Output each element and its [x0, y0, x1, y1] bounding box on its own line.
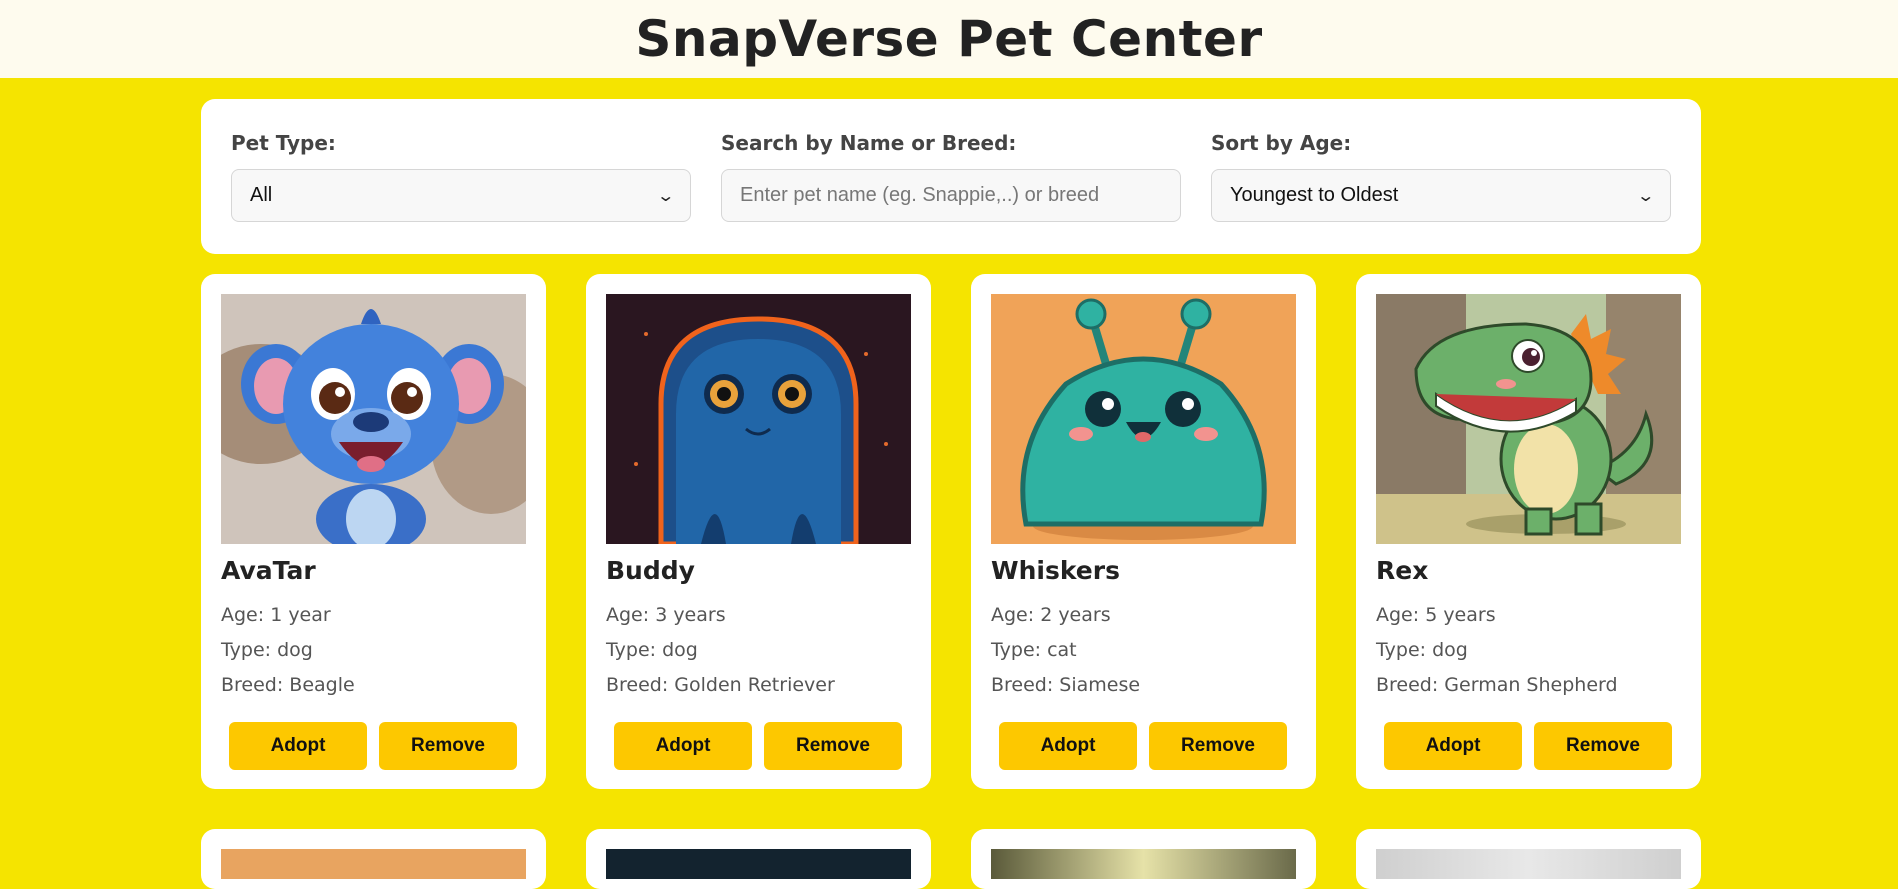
pet-name: Rex [1376, 556, 1429, 585]
pet-image [221, 294, 526, 544]
pet-card-partial [971, 829, 1316, 889]
pet-image [1376, 849, 1681, 879]
pet-type-select[interactable]: All ⌄ [231, 169, 691, 222]
chevron-down-icon: ⌄ [655, 187, 675, 205]
pet-breed: Breed: Beagle [221, 674, 355, 696]
page-title: SnapVerse Pet Center [635, 10, 1263, 68]
search-placeholder: Enter pet name (eg. Snappie,..) or breed [740, 184, 1100, 206]
pet-type-value: All [250, 184, 273, 206]
pet-image [1376, 294, 1681, 544]
pet-age: Age: 5 years [1376, 604, 1496, 626]
chevron-down-icon: ⌄ [1635, 187, 1655, 205]
filter-panel: Pet Type: All ⌄ Search by Name or Breed:… [201, 99, 1701, 254]
pet-card: Buddy Age: 3 years Type: dog Breed: Gold… [586, 274, 931, 789]
pet-card: Rex Age: 5 years Type: dog Breed: German… [1356, 274, 1701, 789]
remove-button[interactable]: Remove [1149, 722, 1287, 770]
pet-age: Age: 3 years [606, 604, 726, 626]
pet-card: AvaTar Age: 1 year Type: dog Breed: Beag… [201, 274, 546, 789]
pet-type-label: Pet Type: [231, 131, 336, 155]
remove-button[interactable]: Remove [764, 722, 902, 770]
search-label: Search by Name or Breed: [721, 131, 1017, 155]
pet-type: Type: dog [606, 639, 698, 661]
pet-breed: Breed: German Shepherd [1376, 674, 1618, 696]
pet-card: Whiskers Age: 2 years Type: cat Breed: S… [971, 274, 1316, 789]
pet-card-partial [1356, 829, 1701, 889]
remove-button[interactable]: Remove [379, 722, 517, 770]
remove-button[interactable]: Remove [1534, 722, 1672, 770]
page-header: SnapVerse Pet Center [0, 0, 1898, 78]
pet-name: AvaTar [221, 556, 316, 585]
sort-filter: Sort by Age: Youngest to Oldest ⌄ [1211, 131, 1671, 222]
pet-type: Type: dog [1376, 639, 1468, 661]
pet-breed: Breed: Siamese [991, 674, 1141, 696]
sort-value: Youngest to Oldest [1230, 184, 1399, 206]
pet-image [606, 849, 911, 879]
sort-label: Sort by Age: [1211, 131, 1352, 155]
pet-type: Type: cat [991, 639, 1077, 661]
pet-card-partial [586, 829, 931, 889]
pet-image [606, 294, 911, 544]
pet-type: Type: dog [221, 639, 313, 661]
pet-breed: Breed: Golden Retriever [606, 674, 835, 696]
pet-age: Age: 2 years [991, 604, 1111, 626]
adopt-button[interactable]: Adopt [229, 722, 367, 770]
pet-image [991, 294, 1296, 544]
search-input[interactable]: Enter pet name (eg. Snappie,..) or breed [721, 169, 1181, 222]
search-filter: Search by Name or Breed: Enter pet name … [721, 131, 1181, 222]
pet-image [991, 849, 1296, 879]
adopt-button[interactable]: Adopt [1384, 722, 1522, 770]
pet-card-partial [201, 829, 546, 889]
adopt-button[interactable]: Adopt [614, 722, 752, 770]
adopt-button[interactable]: Adopt [999, 722, 1137, 770]
pet-name: Buddy [606, 556, 695, 585]
pet-type-filter: Pet Type: All ⌄ [231, 131, 691, 222]
pet-image [221, 849, 526, 879]
pet-age: Age: 1 year [221, 604, 331, 626]
pet-name: Whiskers [991, 556, 1120, 585]
sort-select[interactable]: Youngest to Oldest ⌄ [1211, 169, 1671, 222]
